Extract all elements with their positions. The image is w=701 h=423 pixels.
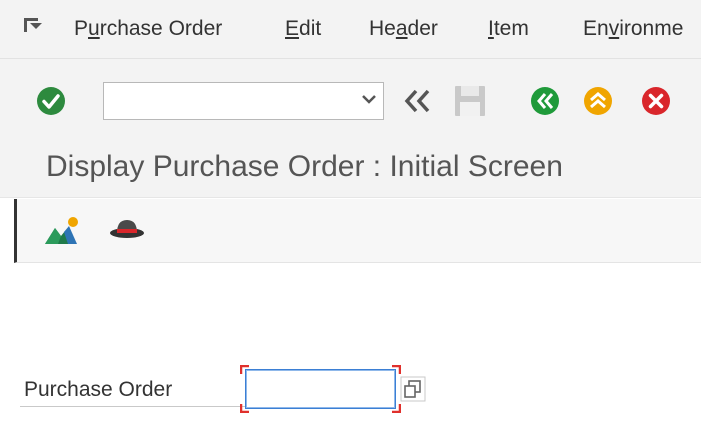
menu-bar: Purchase Order Edit Header Item Environm… [0,0,701,59]
value-help-icon[interactable] [400,376,426,402]
exit-icon[interactable] [583,86,613,116]
save-icon[interactable] [453,84,487,118]
cancel-icon[interactable] [641,86,671,116]
required-marker-bottom-left [240,404,249,413]
menu-item-purchase-order[interactable]: Purchase Order [74,17,222,41]
menu-icon[interactable] [22,15,44,35]
required-marker-bottom-right [392,404,401,413]
enter-check-icon[interactable] [36,86,66,116]
required-marker-top-right [392,365,401,374]
required-marker-top-left [240,365,249,374]
other-purchase-order-icon[interactable] [44,214,80,246]
personal-settings-icon[interactable] [108,214,146,244]
menu-item-header[interactable]: Header [369,17,438,41]
purchase-order-input[interactable] [245,369,396,409]
back-icon[interactable] [530,86,560,116]
menu-item-environment[interactable]: Environme [583,17,683,41]
page-title: Display Purchase Order : Initial Screen [46,150,563,183]
command-field[interactable] [103,82,384,120]
chevron-down-icon[interactable] [361,92,377,106]
purchase-order-label: Purchase Order [24,378,173,401]
menu-item-item[interactable]: Item [488,17,529,41]
collapse-left-icon[interactable] [400,86,436,116]
menu-item-edit[interactable]: Edit [285,17,321,41]
label-underline [20,406,246,407]
